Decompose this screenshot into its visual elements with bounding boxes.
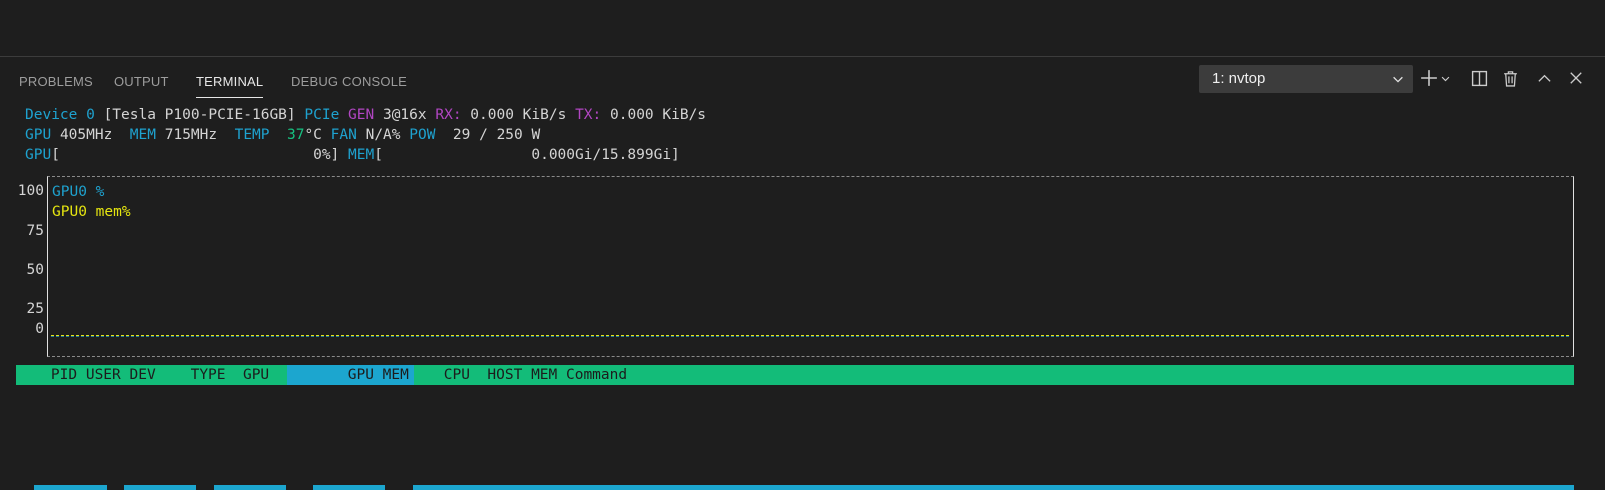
stats-line: GPU 405MHz MEM 715MHz TEMP 37°C FAN N/A%… [25,125,540,145]
usage-bars-line: GPU[ 0%] MEM[ 0.000Gi/15.899Gi] [25,145,680,165]
usage-chart [47,176,1574,357]
mem-clock-value: 715MHz [164,127,218,143]
temp-unit: °C [304,127,322,143]
columns-after: CPU HOST MEM Command [408,367,628,383]
chevron-down-icon [1441,76,1449,81]
fkey-button[interactable] [214,485,286,490]
device-label: Device 0 [25,107,95,123]
trash-icon [1503,70,1517,87]
temp-label: TEMP [234,127,270,143]
terminal-select-value: 1: nvtop [1212,70,1266,87]
chevron-up-icon [1537,74,1551,82]
kill-terminal-button[interactable] [1499,67,1521,89]
tab-debug-console[interactable]: DEBUG CONSOLE [291,74,407,89]
y-tick-label: 0 [35,321,44,337]
rx-value: 0.000 KiB/s [470,107,567,123]
mem-usage-label: MEM [348,147,375,163]
pow-value: 29 / 250 W [452,127,541,143]
legend-gpu-util: GPU0 % [52,184,105,200]
pow-label: POW [409,127,436,143]
gen-label: GEN [348,107,375,123]
close-icon [1570,72,1582,84]
panel-header: PROBLEMS OUTPUT TERMINAL DEBUG CONSOLE 1… [0,57,1605,101]
process-columns: PID USER DEV TYPE GPU GPU MEM CPU HOST M… [16,365,627,385]
mem-clock-label: MEM [129,127,156,143]
tab-terminal[interactable]: TERMINAL [196,74,264,98]
tx-label: TX: [575,107,602,123]
fkey-button[interactable] [413,485,1574,490]
chevron-down-icon [1393,76,1403,83]
fan-value: N/A% [365,127,401,143]
fkey-button[interactable] [313,485,385,490]
maximize-panel-button[interactable] [1533,67,1555,89]
gen-value: 3@16x [382,107,427,123]
legend-gpu-mem: GPU0 mem% [52,204,131,220]
y-tick-label: 75 [26,223,44,239]
plus-icon [1421,70,1437,86]
terminal-select[interactable]: 1: nvtop [1199,65,1413,93]
new-terminal-button[interactable] [1418,67,1440,89]
mem-usage-bar: [ 0.000Gi/15.899Gi] [374,147,680,163]
process-table-header: PID USER DEV TYPE GPU GPU MEM CPU HOST M… [16,365,1574,385]
y-tick-label: 100 [17,183,44,199]
device-name: [Tesla P100-PCIE-16GB] [103,107,296,123]
pcie-label: PCIe [304,107,340,123]
gpu-clock-label: GPU [25,127,52,143]
temp-value: 37 [286,127,305,143]
gpu-clock-value: 405MHz [59,127,113,143]
editor-area [0,0,1605,57]
gpu-usage-bar: [ 0%] [51,147,340,163]
fkey-button[interactable] [34,485,107,490]
fan-label: FAN [330,127,357,143]
gpu-usage-label: GPU [25,147,52,163]
device-info-line: Device 0 [Tesla P100-PCIE-16GB] PCIe GEN… [25,105,706,125]
tab-output[interactable]: OUTPUT [114,74,169,89]
y-tick-label: 25 [26,301,44,317]
split-terminal-button[interactable] [1468,67,1490,89]
terminal-dropdown-button[interactable] [1438,67,1452,89]
column-gpu-mem-selected[interactable]: GPU MEM [295,367,409,383]
y-tick-label: 50 [26,262,44,278]
rx-label: RX: [435,107,462,123]
tab-problems[interactable]: PROBLEMS [19,74,93,89]
split-icon [1471,70,1487,86]
series-line-gpu-util [51,336,1569,337]
fkey-button[interactable] [124,485,196,490]
columns-before: PID USER DEV TYPE GPU [16,367,296,383]
tx-value: 0.000 KiB/s [610,107,707,123]
close-panel-button[interactable] [1565,67,1587,89]
